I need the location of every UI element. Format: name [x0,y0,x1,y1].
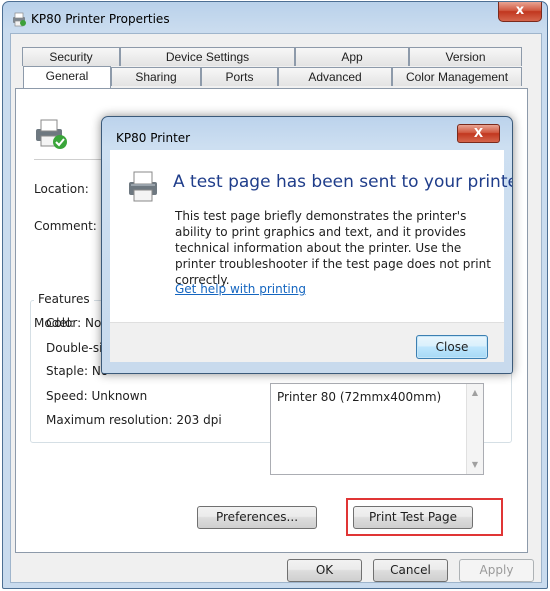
tab-ports[interactable]: Ports [201,67,278,86]
feature-staple: Staple: No [46,364,109,378]
feature-speed: Speed: Unknown [46,389,148,403]
dialog-title: KP80 Printer [116,131,191,145]
tab-device-settings[interactable]: Device Settings [120,47,295,66]
window-title: KP80 Printer Properties [31,12,170,26]
dialog-heading: A test page has been sent to your printe… [173,172,513,192]
tab-advanced[interactable]: Advanced [278,67,392,86]
list-scrollbar[interactable]: ▲ ▼ [466,384,483,474]
tab-app[interactable]: App [295,47,409,66]
tab-sharing[interactable]: Sharing [111,67,201,86]
list-item[interactable]: Printer 80 (72mmx400mm) [277,390,441,404]
dialog-body: A test page has been sent to your printe… [110,150,512,322]
feature-max-resolution: Maximum resolution: 203 dpi [46,413,222,427]
printer-icon [126,170,162,207]
help-link[interactable]: Get help with printing [175,282,306,296]
paper-sizes-list[interactable]: Printer 80 (72mmx400mm) ▲ ▼ [270,383,484,475]
ok-button[interactable]: OK [287,559,362,582]
dialog-message: This test page briefly demonstrates the … [175,209,491,287]
tab-security[interactable]: Security [22,47,120,66]
preferences-button[interactable]: Preferences... [197,506,317,529]
scroll-down-icon[interactable]: ▼ [467,460,483,469]
cancel-button[interactable]: Cancel [373,559,448,582]
apply-button[interactable]: Apply [459,559,534,582]
tab-version[interactable]: Version [409,47,522,66]
window-close-button[interactable]: x [498,2,542,22]
highlight-box [346,498,503,536]
comment-label: Comment: [34,219,97,233]
printer-large-icon [32,117,72,154]
dialog-close-button[interactable]: X [457,124,500,143]
test-page-dialog: KP80 Printer X A test page has been sent… [101,116,513,374]
feature-color: Color: No [46,316,102,330]
location-label: Location: [34,182,89,196]
tab-color-management[interactable]: Color Management [392,67,522,86]
tab-general[interactable]: General [23,66,111,88]
scroll-up-icon[interactable]: ▲ [467,388,483,397]
printer-icon [11,12,27,27]
features-title: Features [34,292,94,306]
close-button[interactable]: Close [416,335,488,359]
